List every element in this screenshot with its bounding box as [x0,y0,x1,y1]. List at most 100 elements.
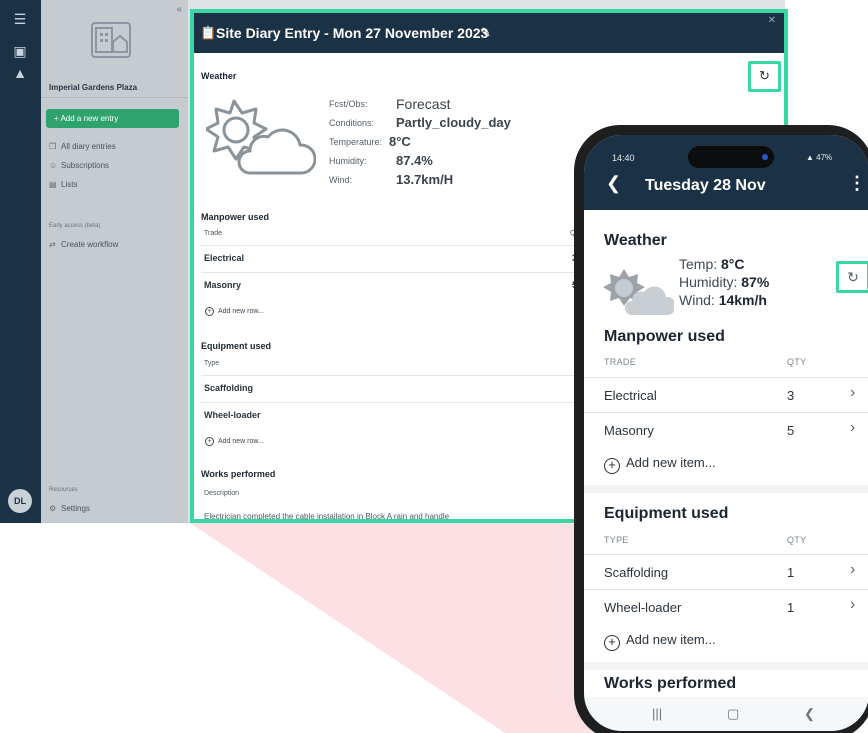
copy-icon: ❐ [49,142,57,151]
chevron-right-icon: › [850,596,856,613]
sidebar-item-settings[interactable]: ⚙ Settings [49,504,90,513]
avatar[interactable]: DL [8,489,32,513]
home-icon[interactable]: ▢ [727,706,739,722]
phone-weather-title: Weather [604,232,667,249]
sidebar-item-label: Create workflow [61,240,119,249]
sidebar-item-create-workflow[interactable]: ⇄ Create workflow [49,240,118,249]
android-nav-bar: ||| ▢ ❮ [584,697,868,731]
equipment-section-title: Equipment used [201,341,272,351]
screenshot-stage: ☰ ▣ ▲ DL « Imperial Gardens Plaza + Add [0,0,868,733]
partly-cloudy-icon [206,99,316,175]
weather-label: Conditions: [329,118,375,128]
trade-cell: Electrical [604,388,657,403]
partly-cloudy-icon [603,269,674,315]
equipment-cell: Wheel-loader [604,600,682,615]
close-icon[interactable]: ✕ [768,15,776,26]
qty-column-header: QTY [787,357,807,367]
icon-rail: ☰ ▣ ▲ DL [0,0,41,523]
battery-level: 47% [816,153,833,162]
refresh-icon: ↻ [847,269,859,285]
sidebar-item-label: All diary entries [61,142,116,151]
hard-hat-icon[interactable]: ▲ [10,64,30,82]
sidebar-item-label: Settings [61,504,90,513]
trade-column-header: Trade [204,230,223,237]
add-entry-label: Add a new entry [60,114,119,123]
equipment-cell: Scaffolding [604,565,669,580]
table-row[interactable]: Scaffolding [201,375,591,400]
building-icon[interactable]: ▣ [10,42,30,60]
add-manpower-row-button[interactable]: + Add new row... [205,307,264,316]
weather-label: Temperature: [329,137,383,147]
list-item[interactable]: Masonry 5 › [584,412,868,447]
add-equipment-item-button[interactable]: + Add new item... [604,632,716,651]
status-time: 14:40 [612,153,635,163]
resources-heading: Resources [49,487,78,493]
table-row[interactable]: Masonry5 [201,272,591,297]
phone-works-title: Works performed [604,675,737,692]
project-logo [91,22,131,58]
signal-icon: ▲ [806,153,817,162]
list-item[interactable]: Electrical 3 › [584,377,868,412]
qty-cell: 1 [787,565,795,580]
type-column-header: TYPE [604,535,629,545]
trade-cell: Masonry [604,423,654,438]
table-row[interactable]: Wheel-loader [201,402,591,427]
recent-apps-icon[interactable]: ||| [652,706,662,721]
list-icon: ▤ [49,180,57,189]
plus-circle-icon: + [205,307,214,316]
phone-screen: 14:40 ▲ 47% ❮ Tuesday 28 Nov ⋮ Weather T… [584,135,868,731]
add-new-entry-button[interactable]: + Add a new entry [46,109,179,128]
phone-header: 14:40 ▲ 47% ❮ Tuesday 28 Nov ⋮ [584,135,868,210]
sidebar-item-label: Lists [61,180,78,189]
phone-wind: Wind: 14km/h [679,292,767,308]
sidebar-item-lists[interactable]: ▤ Lists [49,180,77,189]
type-column-header: Type [204,360,220,367]
building-logo-icon [95,27,128,53]
section-divider [584,485,868,493]
add-row-label: Add new row... [218,438,264,445]
back-icon[interactable]: ❮ [804,706,815,722]
temp-value: 8°C [721,256,745,272]
manpower-section-title: Manpower used [201,212,270,222]
back-arrow-icon[interactable]: ❮ [606,173,621,194]
humidity-label: Humidity: [679,274,738,290]
qty-cell: 1 [787,600,795,615]
list-item[interactable]: Wheel-loader 1 › [584,589,868,624]
sidebar-item-all-diary-entries[interactable]: ❐ All diary entries [49,142,116,151]
collapse-sidebar-icon[interactable]: « [176,4,182,15]
equipment-cell: Wheel-loader [204,410,261,420]
equipment-cell: Scaffolding [204,383,253,393]
edit-icon[interactable]: ✎ [480,25,491,41]
clipboard-icon[interactable]: ☰ [10,10,30,28]
chevron-right-icon: › [850,384,856,401]
refresh-weather-button[interactable]: ↻ [748,61,781,92]
modal-header: 📋 Site Diary Entry - Mon 27 November 202… [194,13,784,53]
phone-humidity: Humidity: 87% [679,274,769,290]
sidebar-item-subscriptions[interactable]: ☺ Subscriptions [49,161,109,170]
phone-refresh-weather-button[interactable]: ↻ [836,261,868,293]
phone-temp: Temp: 8°C [679,256,745,272]
table-row[interactable]: Electrical3 [201,245,591,270]
more-options-icon[interactable]: ⋮ [848,173,866,194]
temp-label: Temp: [679,256,718,272]
phone-equipment-title: Equipment used [604,505,729,522]
plus-circle-icon: + [205,437,214,446]
gear-icon: ⚙ [49,504,57,513]
qty-cell: 3 [787,388,795,403]
plus-circle-icon: + [604,458,620,474]
phone-manpower-title: Manpower used [604,328,725,345]
weather-label: Humidity: [329,156,367,166]
chevron-right-icon: › [850,561,856,578]
qty-cell: 5 [787,423,795,438]
sidebar-item-label: Subscriptions [61,161,110,170]
weather-section-title: Weather [201,71,237,81]
wind-value: 14km/h [718,292,767,308]
list-item[interactable]: Scaffolding 1 › [584,554,868,589]
add-manpower-item-button[interactable]: + Add new item... [604,455,716,474]
trade-cell: Masonry [204,280,242,290]
add-equipment-row-button[interactable]: + Add new row... [205,437,264,446]
phone-page-title: Tuesday 28 Nov [645,177,766,194]
description-column-header: Description [204,490,240,497]
weather-value: 13.7km/H [396,172,454,187]
works-description-text: Electrician completed the cable installa… [204,512,450,521]
